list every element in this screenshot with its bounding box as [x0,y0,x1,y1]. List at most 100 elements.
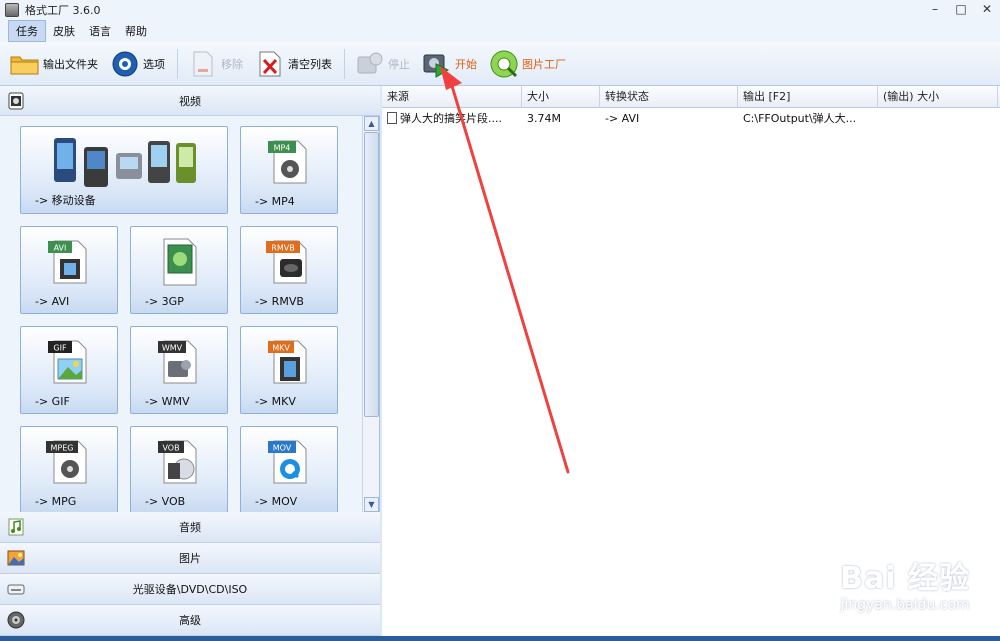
column-output-size[interactable]: (输出) 大小 [878,86,998,108]
mp4-file-icon: MP4 [268,140,307,184]
row-source-cell: 弹人大的搞笑片段.... [382,109,522,129]
tile-rmvb-label: -> RMVB [255,295,304,308]
menu-bar: 任务 皮肤 语言 帮助 [0,20,1000,42]
options-button[interactable]: 选项 [110,46,165,82]
tile-mov-label: -> MOV [255,495,298,508]
scroll-down-arrow[interactable]: ▼ [364,497,379,512]
toolbar: 输出文件夹 选项 移除 清空列表 停止 开始 图片工厂 [0,42,1000,86]
remove-button[interactable]: 移除 [188,46,243,82]
category-picture-label: 图片 [179,552,201,565]
watermark-sub: jingyan.baidu.com [840,597,970,613]
gif-file-icon: GIF [48,340,87,384]
scroll-thumb[interactable] [364,132,379,417]
wmv-badge: WMV [162,344,183,353]
tile-wmv-label: -> WMV [145,395,190,408]
picture-factory-label: 图片工厂 [522,57,566,71]
picture-icon [7,550,25,566]
minimize-button[interactable]: – [922,0,948,20]
clear-list-label: 清空列表 [288,57,332,71]
baidu-watermark: Bai 经验 jingyan.baidu.com [840,553,970,613]
tile-mpg-label: -> MPG [35,495,77,508]
category-advanced-label: 高级 [179,614,201,627]
watermark-main: Bai 经验 [840,561,970,596]
start-icon [422,49,452,79]
output-folder-button[interactable]: 输出文件夹 [10,46,98,82]
mp4-badge: MP4 [274,144,291,153]
options-label: 选项 [143,57,165,71]
tile-rmvb[interactable]: RMVB -> RMVB [240,226,338,314]
format-grid: -> 移动设备 MP4 -> MP4 AVI -> AVI -> 3GP RMV… [0,116,362,512]
column-size[interactable]: 大小 [522,86,600,108]
clear-list-icon [255,49,285,79]
task-list-header: 来源 大小 转换状态 输出 [F2] (输出) 大小 [382,86,1000,108]
tile-avi-label: -> AVI [35,295,70,308]
vob-file-icon: VOB [158,440,197,484]
category-disc[interactable]: 光驱设备\DVD\CD\ISO [0,574,380,605]
scroll-up-arrow[interactable]: ▲ [364,116,379,131]
output-folder-label: 输出文件夹 [43,57,98,71]
tile-vob[interactable]: VOB -> VOB [130,426,228,512]
row-size: 3.74M [527,112,561,125]
tile-mp4[interactable]: MP4 -> MP4 [240,126,338,214]
tile-mkv-label: -> MKV [255,395,296,408]
tile-mobile-device[interactable]: -> 移动设备 [20,126,228,214]
tile-wmv[interactable]: WMV -> WMV [130,326,228,414]
rmvb-file-icon: RMVB [266,240,307,284]
close-button[interactable]: ✕ [974,0,1000,20]
rmvb-badge: RMVB [271,244,294,253]
category-advanced[interactable]: 高级 [0,605,380,636]
clear-list-button[interactable]: 清空列表 [255,46,332,82]
menu-help[interactable]: 帮助 [118,21,154,41]
row-source: 弹人大的搞笑片段.... [400,112,502,125]
mpeg-file-icon: MPEG [46,440,87,484]
tile-3gp[interactable]: -> 3GP [130,226,228,314]
folder-icon [10,49,40,79]
title-bar: 格式工厂 3.6.0 – □ ✕ [0,0,1000,20]
start-button[interactable]: 开始 [422,46,477,82]
tile-gif[interactable]: GIF -> GIF [20,326,118,414]
tile-vob-label: -> VOB [145,495,186,508]
row-status: -> AVI [605,112,640,125]
column-status[interactable]: 转换状态 [600,86,738,108]
picture-factory-button[interactable]: 图片工厂 [489,46,566,82]
tile-mpg[interactable]: MPEG -> MPG [20,426,118,512]
avi-file-icon: AVI [48,240,87,284]
category-panel: 视频 -> 移动设备 MP4 -> MP4 AVI -> AVI -> 3GP … [0,86,380,641]
column-source[interactable]: 来源 [382,86,522,108]
disc-drive-icon [7,584,25,595]
category-picture[interactable]: 图片 [0,543,380,574]
mkv-badge: MKV [272,344,290,353]
music-note-icon [8,518,24,536]
tile-gif-label: -> GIF [35,395,70,408]
tile-avi[interactable]: AVI -> AVI [20,226,118,314]
tile-mkv[interactable]: MKV -> MKV [240,326,338,414]
picture-factory-icon [489,49,519,79]
start-label: 开始 [455,57,477,71]
mov-file-icon: MOV [268,440,307,484]
menu-skin[interactable]: 皮肤 [46,21,82,41]
mov-badge: MOV [273,444,292,453]
table-row[interactable]: 弹人大的搞笑片段.... 3.74M -> AVI C:\FFOutput\弹人… [382,109,1000,129]
category-video[interactable]: 视频 [0,86,380,116]
mkv-file-icon: MKV [268,340,307,384]
category-audio[interactable]: 音频 [0,512,380,543]
column-output[interactable]: 输出 [F2] [738,86,878,108]
advanced-icon [7,611,25,629]
menu-task[interactable]: 任务 [8,20,46,42]
format-grid-scrollbar[interactable]: ▲ ▼ [362,116,379,512]
category-video-label: 视频 [179,94,201,108]
mobile-device-icon [54,138,196,187]
gif-badge: GIF [53,344,67,353]
stop-button[interactable]: 停止 [355,46,410,82]
avi-badge: AVI [54,244,67,253]
tile-mobile-device-label: -> 移动设备 [35,194,96,207]
file-icon [387,112,397,124]
tile-mp4-label: -> MP4 [255,195,295,208]
maximize-button[interactable]: □ [948,0,974,20]
stop-label: 停止 [388,57,410,71]
app-icon [5,3,19,17]
menu-language[interactable]: 语言 [82,21,118,41]
tile-mov[interactable]: MOV -> MOV [240,426,338,512]
stop-icon [355,49,385,79]
remove-icon [188,49,218,79]
